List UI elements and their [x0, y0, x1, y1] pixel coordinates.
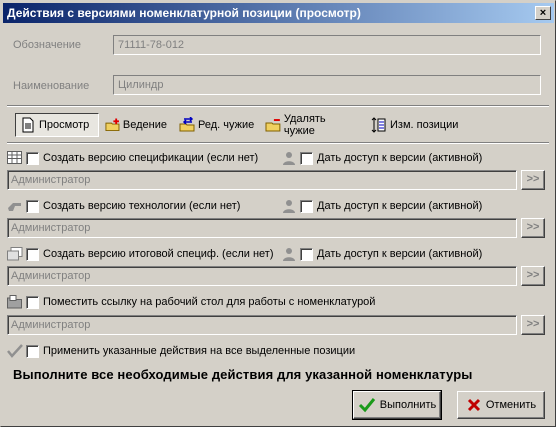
change-positions-label: Изм. позиции: [390, 119, 459, 131]
dialog-window: Действия с версиями номенклатурной позиц…: [0, 0, 556, 427]
final-spec-access-row: Дать доступ к версии (активной): [281, 246, 482, 262]
user-icon: [283, 152, 295, 165]
reorder-icon: [371, 117, 386, 133]
desktop-user-field[interactable]: Администратор: [7, 315, 517, 335]
designation-field[interactable]: 71111-78-012: [113, 35, 541, 55]
desktop-user-value: Администратор: [11, 319, 91, 331]
title-bar[interactable]: Действия с версиями номенклатурной позиц…: [3, 3, 554, 23]
folder-remove-icon: [265, 119, 281, 132]
create-tech-label: Создать версию технологии (если нет): [43, 200, 241, 212]
window-title: Действия с версиями номенклатурной позиц…: [7, 6, 361, 20]
tech-section-row: Создать версию технологии (если нет): [7, 198, 240, 214]
cross-icon: [467, 398, 480, 412]
spec-access-row: Дать доступ к версии (активной): [281, 150, 482, 166]
edit-others-label: Ред. чужие: [198, 119, 255, 131]
designation-label: Обозначение: [13, 39, 82, 51]
spec-section-row: Создать версию спецификации (если нет): [7, 150, 258, 166]
tech-user-value: Администратор: [11, 222, 91, 234]
desktop-more-button[interactable]: >>: [521, 315, 545, 335]
create-spec-label: Создать версию спецификации (если нет): [43, 152, 259, 164]
folder-icon: [7, 295, 22, 309]
view-label: Просмотр: [39, 119, 90, 131]
tech-more-button[interactable]: >>: [521, 218, 545, 238]
cancel-button[interactable]: Отменить: [457, 391, 545, 419]
execute-label: Выполнить: [379, 399, 437, 411]
document-icon: [22, 117, 34, 133]
change-positions-button[interactable]: Изм. позиции: [367, 113, 467, 137]
tech-access-row: Дать доступ к версии (активной): [281, 198, 482, 214]
desktop-link-label: Поместить ссылку на рабочий стол для раб…: [43, 296, 376, 308]
designation-value: 71111-78-012: [118, 39, 185, 51]
create-spec-checkbox[interactable]: [26, 151, 39, 165]
user-icon: [283, 200, 295, 213]
final-spec-user-field[interactable]: Администратор: [7, 266, 517, 286]
instruction-text: Выполните все необходимые действия для у…: [13, 367, 473, 382]
final-spec-section-row: Создать версию итоговой специф. (если не…: [7, 246, 273, 262]
apply-all-row: Применить указанные действия на все выде…: [7, 343, 355, 359]
tech-access-label: Дать доступ к версии (активной): [317, 200, 483, 212]
folder-add-icon: [105, 118, 120, 132]
delete-others-label: Удалять чужие: [283, 113, 326, 137]
edit-others-button[interactable]: Ред. чужие: [175, 113, 259, 137]
cancel-label: Отменить: [485, 399, 537, 411]
check-icon: [358, 398, 375, 413]
delete-others-button[interactable]: Удалять чужие: [261, 113, 363, 137]
name-value: Цилиндр: [118, 79, 164, 91]
hand-icon: [8, 203, 21, 211]
close-button[interactable]: ×: [535, 6, 551, 20]
separator: [7, 142, 549, 144]
final-spec-access-checkbox[interactable]: [300, 247, 313, 261]
spec-user-value: Администратор: [11, 174, 91, 186]
final-spec-more-button[interactable]: >>: [521, 266, 545, 286]
spec-user-field[interactable]: Администратор: [7, 170, 517, 190]
tech-user-field[interactable]: Администратор: [7, 218, 517, 238]
folder-swap-icon: [179, 117, 195, 132]
name-field[interactable]: Цилиндр: [113, 75, 541, 95]
create-final-spec-checkbox[interactable]: [26, 247, 39, 261]
desktop-link-row: Поместить ссылку на рабочий стол для раб…: [7, 294, 375, 310]
tech-access-checkbox[interactable]: [300, 199, 313, 213]
lead-label: Ведение: [122, 119, 167, 131]
lead-button[interactable]: Ведение: [101, 113, 171, 137]
apply-all-checkbox[interactable]: [26, 344, 39, 358]
spec-access-checkbox[interactable]: [300, 151, 313, 165]
create-final-spec-label: Создать версию итоговой специф. (если не…: [43, 248, 274, 260]
apply-all-label: Применить указанные действия на все выде…: [43, 345, 356, 357]
user-icon: [283, 248, 295, 261]
execute-button[interactable]: Выполнить: [352, 390, 442, 420]
table-icon: [7, 151, 22, 164]
view-button[interactable]: Просмотр: [15, 113, 99, 137]
cards-icon: [7, 247, 23, 261]
final-spec-access-label: Дать доступ к версии (активной): [317, 248, 483, 260]
create-tech-checkbox[interactable]: [26, 199, 39, 213]
spec-more-button[interactable]: >>: [521, 170, 545, 190]
final-spec-user-value: Администратор: [11, 270, 91, 282]
separator: [7, 105, 549, 107]
name-label: Наименование: [13, 80, 90, 92]
checkmark-icon: [7, 344, 23, 358]
desktop-link-checkbox[interactable]: [26, 295, 39, 309]
spec-access-label: Дать доступ к версии (активной): [317, 152, 483, 164]
